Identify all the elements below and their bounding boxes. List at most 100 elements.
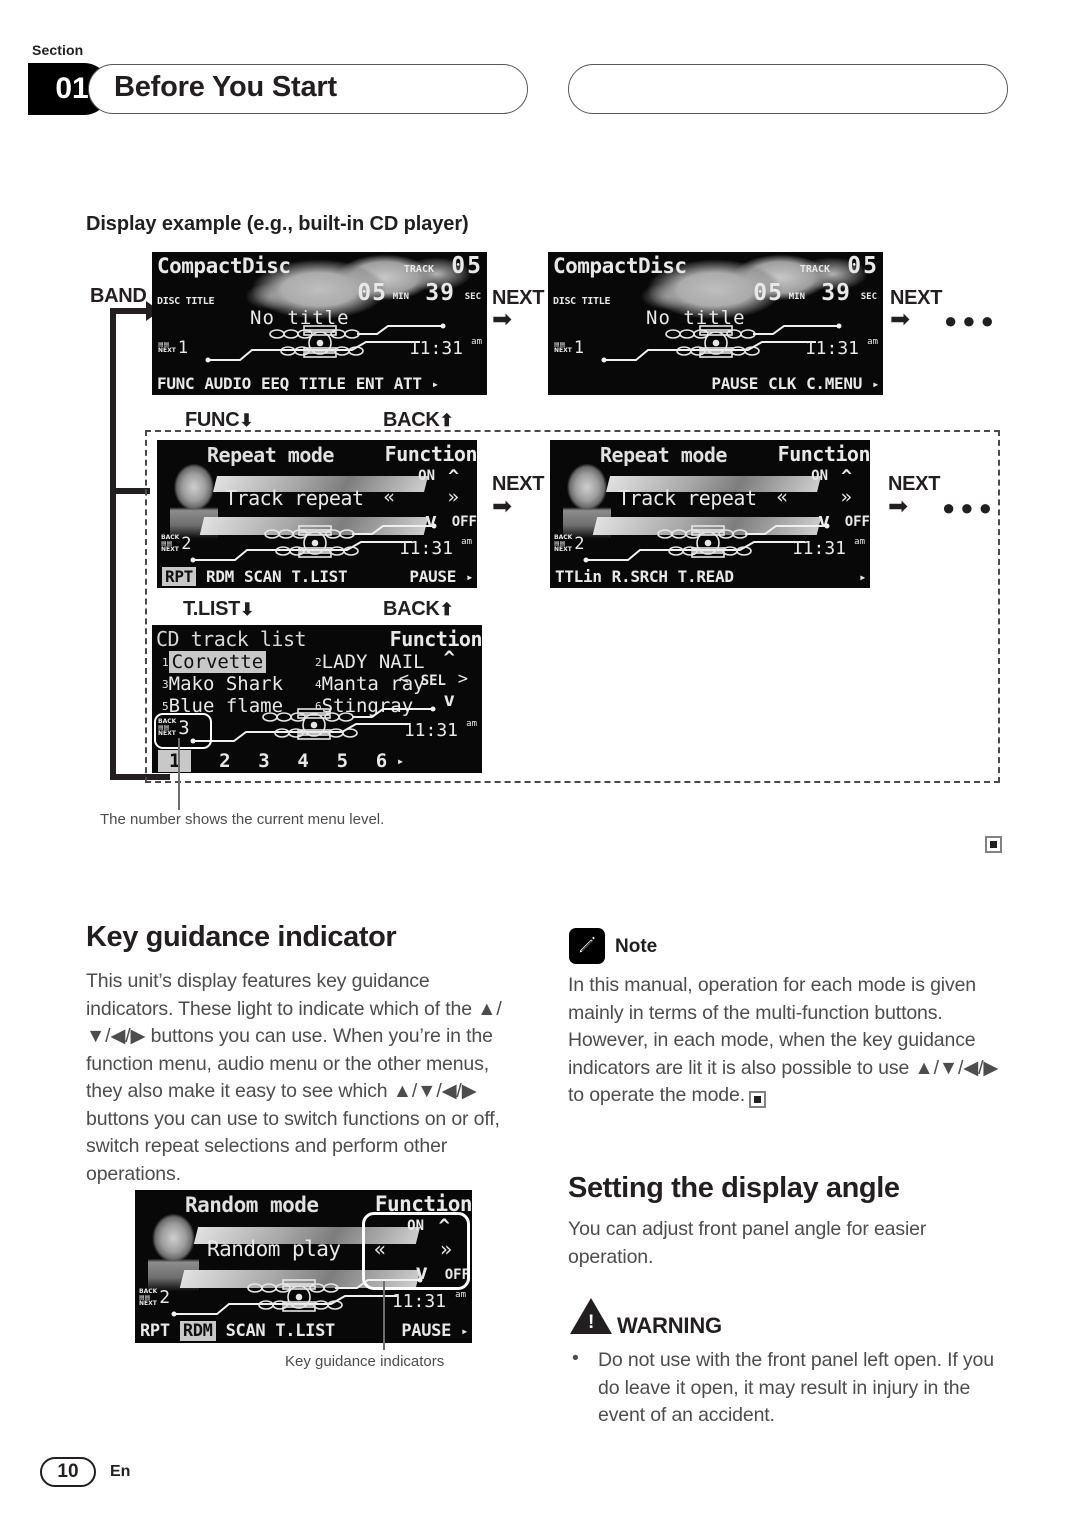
softkey-scan[interactable]: SCAN	[244, 567, 282, 586]
next-arrow-icon-3: ➡	[492, 493, 513, 520]
pager-page-2[interactable]: 2	[219, 750, 230, 772]
softkey-eeq[interactable]: EEQ	[261, 374, 289, 393]
softkey-more-icon[interactable]: ▸	[461, 1324, 468, 1338]
lcd-clock-ampm: am	[455, 1290, 466, 1300]
softkey-ttlin[interactable]: TTLin	[555, 567, 602, 586]
display-example-heading: Display example (e.g., built-in CD playe…	[86, 213, 469, 235]
softkey-more-icon[interactable]: ▸	[859, 570, 866, 584]
heading-key-guidance-indicator: Key guidance indicator	[86, 921, 397, 953]
lcd-menu-level-indicator: BACK ▤▤ NEXT 2	[161, 534, 192, 554]
lcd-softkey-bar: TTLin R.SRCH T.READ ▸	[550, 567, 870, 588]
caption-key-guidance: Key guidance indicators	[285, 1353, 445, 1370]
level-bars-icon: ▤▤ NEXT	[554, 341, 572, 354]
note-text: In this manual, operation for each mode …	[568, 974, 999, 1106]
pager-page-3[interactable]: 3	[258, 750, 269, 772]
level-number: 3	[178, 717, 190, 739]
lcd-clock: 11:31	[391, 1291, 446, 1312]
band-label: BAND	[90, 285, 147, 307]
page-number-badge: 10	[40, 1457, 96, 1487]
ellipsis-dots-1: ●●●	[944, 308, 999, 333]
softkey-tread[interactable]: T.READ	[678, 567, 734, 586]
pencil-icon	[579, 936, 595, 953]
heading-display-angle: Setting the display angle	[568, 1172, 900, 1204]
level-bars-icon: ▤▤ NEXT	[158, 341, 176, 354]
softkey-audio[interactable]: AUDIO	[204, 374, 251, 393]
lcd-clock-ampm: am	[461, 537, 472, 547]
lcd-menu-level-indicator: BACK ▤▤ NEXT 2	[139, 1287, 170, 1308]
level-number: 2	[181, 534, 192, 554]
softkey-rdm-selected[interactable]: RDM	[179, 1321, 216, 1341]
back-text: BACK	[383, 409, 440, 431]
tlist-arrow-down-icon: ⬇	[240, 600, 255, 619]
softkey-func[interactable]: FUNC	[157, 374, 195, 393]
softkey-cmenu[interactable]: C.MENU	[806, 374, 862, 393]
section-label: Section	[32, 42, 84, 58]
func-label: FUNC⬇	[185, 409, 254, 432]
end-of-section-marker-1	[985, 836, 1002, 853]
pager-page-4[interactable]: 4	[297, 750, 308, 772]
lcd-clock-ampm: am	[466, 719, 477, 729]
header-pill-right	[568, 64, 1008, 114]
softkey-att[interactable]: ATT	[394, 374, 422, 393]
softkey-title[interactable]: TITLE	[299, 374, 346, 393]
lcd-clock-ampm: am	[867, 337, 878, 347]
lcd-menu-level-indicator: BACK ▤▤ NEXT 2	[554, 534, 585, 554]
func-arrow-down-icon: ⬇	[239, 411, 254, 430]
next-arrow-icon-1: ➡	[492, 306, 513, 333]
lcd-cd-track-list: CD track list Function 1 Corvette 2LADY N…	[152, 625, 482, 773]
warning-bullet-icon: •	[572, 1347, 579, 1369]
level-next-label: NEXT	[554, 546, 572, 553]
pager-page-5[interactable]: 5	[337, 750, 348, 772]
softkey-clk[interactable]: CLK	[768, 374, 796, 393]
pager-page-6[interactable]: 6	[376, 750, 387, 772]
lcd-menu-level-indicator: ▤▤ NEXT 1	[554, 338, 584, 358]
softkey-rpt-selected[interactable]: RPT	[162, 567, 196, 586]
level-next-label: NEXT	[158, 730, 176, 737]
connector-vertical	[110, 308, 116, 780]
lcd-wire-graphic	[583, 523, 830, 563]
lcd-menu-level-indicator: BACK ▤▤ NEXT 3	[158, 717, 190, 739]
softkey-pause[interactable]: PAUSE	[401, 1321, 451, 1341]
level-number: 2	[574, 534, 585, 554]
softkey-pause[interactable]: PAUSE	[409, 567, 456, 586]
leader-line-key-guidance	[383, 1281, 385, 1350]
next-arrow-icon-4: ➡	[888, 493, 909, 520]
lcd-softkey-bar: PAUSE CLK C.MENU ▸	[548, 374, 883, 395]
level-bars-icon: BACK ▤▤ NEXT	[139, 1287, 158, 1307]
note-badge	[569, 928, 605, 964]
next-arrow-icon-2: ➡	[890, 306, 911, 333]
softkey-scan[interactable]: SCAN	[226, 1321, 266, 1341]
softkey-rpt[interactable]: RPT	[140, 1321, 170, 1341]
level-number: 2	[159, 1287, 171, 1308]
lcd-random-mode: Random mode Function ON ^ « » Random pla…	[135, 1190, 472, 1343]
ellipsis-dots-2: ●●●	[942, 495, 997, 520]
back-label-1: BACK⬆	[383, 409, 454, 432]
tlist-text: T.LIST	[183, 598, 241, 620]
softkey-tlist[interactable]: T.LIST	[275, 1321, 335, 1341]
pager-page-1-selected[interactable]: 1	[158, 750, 192, 772]
lcd-cd-playback-2: CompactDisc TRACK 05 05 MIN 39 SEC DISC …	[548, 252, 883, 395]
softkey-rsrch[interactable]: R.SRCH	[612, 567, 668, 586]
lcd-clock: 11:31	[403, 720, 458, 741]
softkey-ent[interactable]: ENT	[356, 374, 384, 393]
body-key-guidance: This unit’s display features key guidanc…	[86, 970, 502, 1185]
body-display-angle: You can adjust front panel angle for eas…	[568, 1218, 927, 1268]
func-text: FUNC	[185, 409, 240, 431]
lcd-clock-ampm: am	[854, 537, 865, 547]
softkey-more-icon[interactable]: ▸	[432, 377, 439, 391]
connector-branch-top	[110, 308, 150, 314]
lcd-repeat-mode-1: Repeat mode Function ON ^ « » Track repe…	[157, 440, 477, 588]
warning-exclamation: !	[588, 1312, 595, 1333]
softkey-rdm[interactable]: RDM	[206, 567, 234, 586]
level-number: 1	[177, 338, 189, 358]
level-next-label: NEXT	[161, 546, 179, 553]
softkey-pause[interactable]: PAUSE	[711, 374, 758, 393]
back-text: BACK	[383, 598, 440, 620]
softkey-more-icon[interactable]: ▸	[872, 377, 879, 391]
lcd-clock: 11:31	[804, 338, 859, 359]
pager-more-icon[interactable]: ▸	[397, 754, 404, 768]
softkey-more-icon[interactable]: ▸	[466, 570, 473, 584]
note-label: Note	[615, 936, 658, 957]
manual-page: Section 01 Before You Start Display exam…	[0, 0, 1080, 1529]
softkey-tlist[interactable]: T.LIST	[291, 567, 347, 586]
